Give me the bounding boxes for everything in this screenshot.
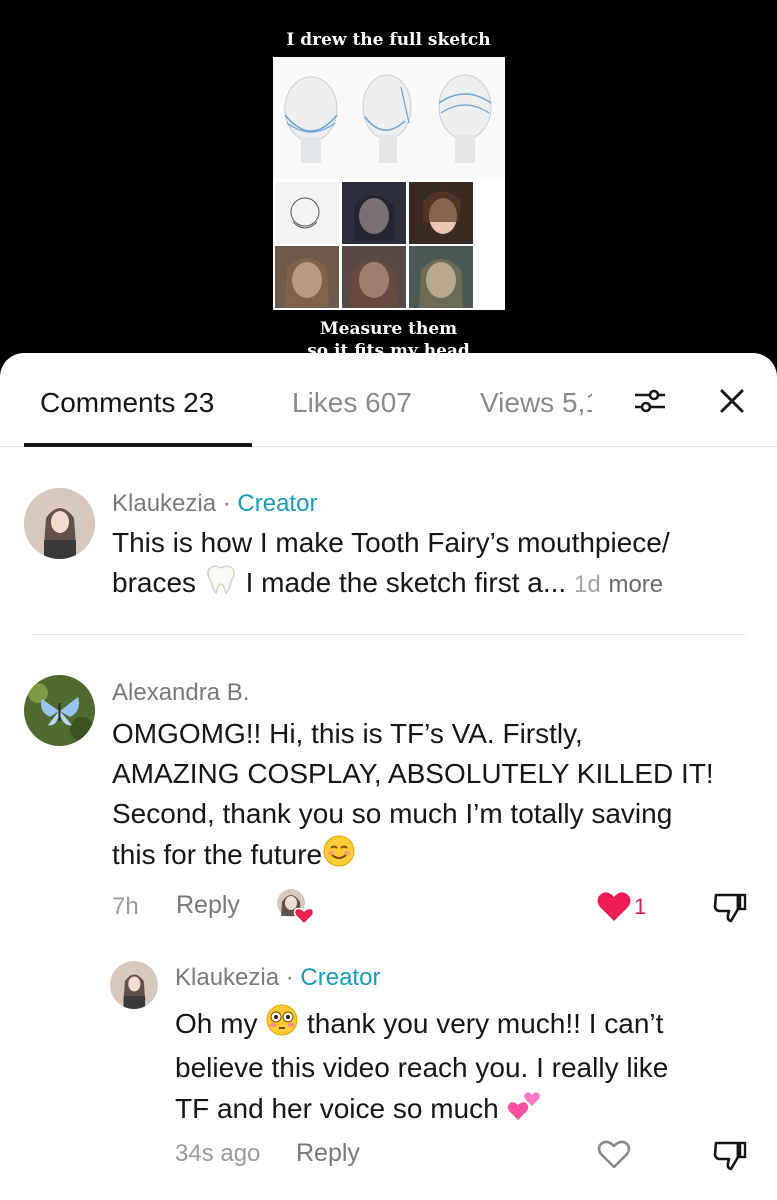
comment-time: 34s ago <box>175 1140 261 1167</box>
mannequin-heads-drawing <box>273 57 505 179</box>
heart-outline-icon[interactable] <box>594 1136 634 1172</box>
author-name[interactable]: Klaukezia <box>112 490 216 517</box>
comment-text: OMGOMG!! Hi, this is TF’s VA. Firstly, A… <box>112 714 762 879</box>
comment-text-line: braces I made the sketch first a... 1d m… <box>112 563 752 606</box>
reply-button[interactable]: Reply <box>176 891 240 920</box>
comment-text-fragment: I made the sketch first a... <box>245 567 567 598</box>
comment-text-fragment: TF and her voice so much <box>175 1092 499 1124</box>
art-tile <box>409 182 473 244</box>
video-caption-top: I drew the full sketch <box>286 30 491 50</box>
avatar[interactable] <box>110 961 158 1009</box>
author-name[interactable]: Klaukezia <box>175 964 279 991</box>
sketch-tile <box>275 182 339 244</box>
sliders-icon[interactable] <box>630 381 670 421</box>
comment-text-line: AMAZING COSPLAY, ABSOLUTELY KILLED IT! <box>112 758 714 789</box>
comment-text-fragment: braces <box>112 567 197 598</box>
comment-author[interactable]: Alexandra B. <box>112 679 249 707</box>
close-icon[interactable] <box>712 381 752 421</box>
separator: · <box>285 964 294 991</box>
comments-sheet: Comments 23 Likes 607 Views 5,1 Klaukezi… <box>0 353 777 1200</box>
sketch-image <box>273 57 505 310</box>
comment-author[interactable]: Klaukezia · Creator <box>175 964 380 992</box>
comment-text-fragment: this for the future <box>112 838 323 870</box>
comment-time: 1d <box>573 571 601 598</box>
comment-text-line: This is how I make Tooth Fairy’s mouthpi… <box>112 527 670 558</box>
creator-badge: Creator <box>300 964 381 991</box>
avatar[interactable] <box>24 488 95 559</box>
tab-views[interactable]: Views 5,1 <box>480 387 592 419</box>
two-hearts-emoji-icon <box>506 1088 542 1133</box>
reply-button[interactable]: Reply <box>296 1139 360 1168</box>
creator-badge: Creator <box>237 490 318 517</box>
like-count: 1 <box>634 894 647 919</box>
comment-text-line: this for the future <box>112 834 762 879</box>
comment-text-line: Oh my thank you very much!! I can’t <box>175 1003 765 1048</box>
more-button[interactable]: more <box>608 571 663 598</box>
tab-bar: Comments 23 Likes 607 Views 5,1 <box>0 353 777 447</box>
separator: · <box>222 490 231 517</box>
comment-author[interactable]: Klaukezia · Creator <box>112 490 317 518</box>
dislike-icon[interactable] <box>710 1135 750 1175</box>
comment-text-fragment: thank you very much!! I can’t <box>307 1007 664 1039</box>
video-caption-line-1: Measure them <box>319 319 458 339</box>
flushed-face-emoji-icon <box>265 1003 299 1048</box>
tab-comments[interactable]: Comments 23 <box>40 387 214 419</box>
comment-text-line: OMGOMG!! Hi, this is TF’s VA. Firstly, <box>112 718 583 749</box>
video-preview[interactable]: I drew the full sketch Measure them so i… <box>0 0 777 380</box>
art-tile <box>342 182 406 244</box>
comment-text: This is how I make Tooth Fairy’s mouthpi… <box>112 523 752 606</box>
comment-time: 7h <box>112 893 139 920</box>
comment-text: Oh my thank you very much!! I can’t beli… <box>175 1003 765 1133</box>
comment-text-line: believe this video reach you. I really l… <box>175 1052 669 1083</box>
art-tile <box>409 246 473 308</box>
art-tile <box>275 246 339 308</box>
avatar[interactable] <box>24 675 95 746</box>
comment-text-fragment: Oh my <box>175 1007 258 1039</box>
dislike-icon[interactable] <box>710 887 750 927</box>
creator-liked-icon <box>276 888 315 926</box>
heart-filled-icon[interactable] <box>594 888 634 924</box>
art-tile <box>342 246 406 308</box>
smiling-face-emoji-icon <box>322 834 356 879</box>
tab-likes[interactable]: Likes 607 <box>292 387 412 419</box>
divider <box>32 634 746 635</box>
comment-text-line: Second, thank you so much I’m totally sa… <box>112 798 673 829</box>
tooth-emoji-icon <box>204 563 238 606</box>
active-tab-indicator <box>24 443 252 447</box>
comment-text-line: TF and her voice so much <box>175 1088 765 1133</box>
